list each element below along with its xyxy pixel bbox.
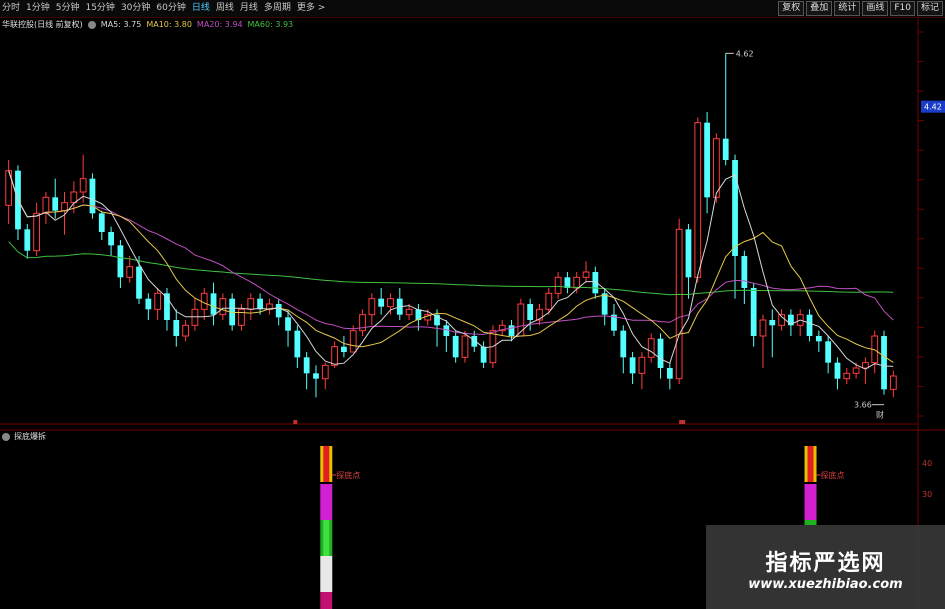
candle-body-up [191,308,199,326]
candle-body-up [182,324,189,337]
ma20-line [8,170,894,335]
candle-body-down [806,314,813,336]
high-label: 4.62 [736,49,754,58]
candle-body-down [285,317,291,331]
candle-body-up [247,298,255,310]
current-price-label: 4.42 [924,103,942,112]
candle-body-up [694,122,702,278]
candle-body-down [210,293,217,315]
event-marker [293,420,298,424]
candle-body-up [461,335,469,358]
candle-body-down [145,298,152,310]
candle-body-up [862,362,869,369]
candle-body-down [741,256,748,288]
candle-body-down [769,320,776,326]
candle-body-up [405,308,413,316]
candle-body-up [368,298,376,316]
candle-body-up [545,292,553,310]
indicator-title: 探底爆拆 [14,432,46,441]
signal-label: 探底点 [821,470,845,480]
signal-bar-green-stripe [323,520,330,556]
watermark-title: 指标严选网 [765,551,886,576]
candle-body-down [117,245,124,278]
candle-body-down [815,336,822,342]
candle-body-up [126,266,134,278]
candle-body-up [852,367,860,374]
candle-body-down [257,298,263,310]
signal-bar-bottom [320,592,333,609]
signal-bar-top-stripe [323,446,330,482]
price-chart[interactable]: 4.62 3.66 财 4.42 探底点 探底点 40 30 [0,0,945,609]
candle-body-down [620,330,627,358]
candle-body-down [98,213,105,232]
candle-body-up [573,276,581,289]
candle-body-up [843,372,851,380]
candle-body-up [582,271,590,278]
candle-body-down [666,368,673,379]
signal-bar-mid [320,484,333,520]
candle-body-down [313,373,319,379]
indicator-settings-icon[interactable] [2,433,10,441]
candle-body-down [527,304,534,320]
candle-body-up [759,319,767,337]
candle-body-down [601,293,608,315]
candle-body-down [294,330,301,358]
candle-body-down [629,357,636,374]
candle-body-down [704,122,710,198]
candle-body-down [722,138,729,160]
candle-body-down [825,341,832,363]
candle-body-up [42,196,50,214]
candle-body-down [108,232,114,246]
candle-body-up [219,298,227,316]
candle-body-down [480,346,487,363]
candle-body-down [881,336,887,390]
candle-body-down [52,197,59,211]
candle-body-up [647,338,655,358]
signal-bar-mid [804,484,817,520]
candle-body-up [349,330,357,353]
candle-body-up [61,202,68,212]
candle-body-down [24,229,31,251]
low-label: 3.66 [854,401,872,410]
candle-body-down [173,320,180,336]
candle-body-down [657,338,664,368]
candle-body-down [89,178,96,214]
candle-body-down [136,266,142,299]
calendar-marker: 财 [876,410,884,420]
candle-body-down [750,288,757,336]
candle-body-down [508,325,515,336]
candle-body-up [554,276,562,294]
candle-body-down [378,298,385,307]
candle-body-down [564,277,571,288]
signal-label: 探底点 [336,470,360,480]
watermark-url: www.xuezhibiao.com [748,577,903,592]
event-marker [679,420,686,424]
watermark: 指标严选网 www.xuezhibiao.com [706,525,945,609]
candle-body-up [331,346,338,366]
indicator-axis-label: 40 [922,459,932,468]
signal-bar-top-stripe [807,446,814,482]
candle-body-up [33,212,40,252]
candle-body-up [638,356,646,374]
candle-body-up [238,308,245,326]
candle-body-up [321,364,329,380]
candle-body-up [79,178,87,193]
candle-body-up [154,292,162,310]
candle-body-up [387,298,394,308]
candle-body-down [341,346,347,352]
candle-body-down [685,229,692,278]
candle-body-up [713,138,720,198]
candle-body-down [275,304,282,318]
candle-body-down [452,336,459,358]
indicator-axis-label: 30 [922,490,932,499]
indicator-title-bar: 探底爆拆 [2,431,46,443]
candle-body-down [834,362,841,379]
candle-body-up [889,375,897,390]
candle-body-up [675,228,683,380]
signal-bar-white [320,556,333,592]
candle-body-down [303,357,310,374]
